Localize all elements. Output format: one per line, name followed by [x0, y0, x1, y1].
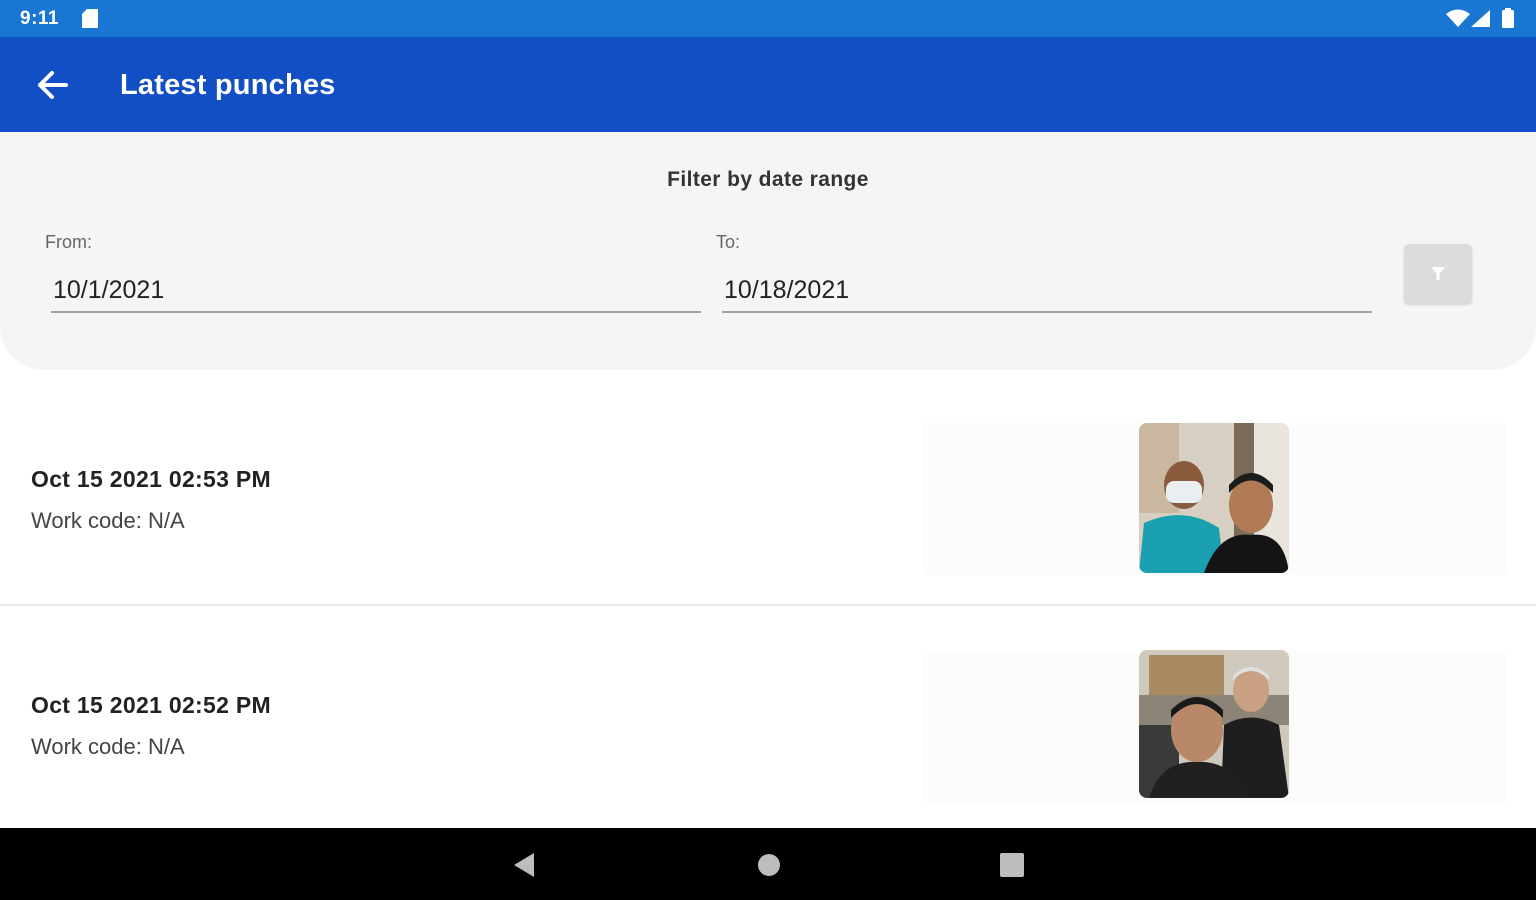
punch-photo[interactable] — [1139, 423, 1289, 573]
punch-datetime: Oct 15 2021 02:53 PM — [31, 466, 271, 492]
from-label: From: — [45, 232, 92, 252]
nav-home-button[interactable] — [754, 850, 784, 880]
from-date-input[interactable] — [51, 269, 701, 313]
apply-filter-button[interactable] — [1404, 244, 1472, 304]
punch-work-code: Work code: N/A — [31, 734, 185, 759]
navigation-bar — [0, 828, 1536, 900]
nav-recents-icon — [1000, 853, 1024, 877]
list-item[interactable]: Oct 15 2021 02:52 PM Work code: N/A — [0, 606, 1536, 832]
sd-card-icon — [82, 9, 98, 33]
nav-back-icon — [514, 853, 534, 877]
wifi-icon — [1446, 9, 1470, 32]
to-date-input[interactable] — [722, 269, 1372, 313]
filter-icon — [1431, 267, 1445, 280]
to-label: To: — [716, 232, 741, 252]
punch-datetime: Oct 15 2021 02:52 PM — [31, 692, 271, 718]
punch-photo[interactable] — [1139, 650, 1289, 798]
filter-heading: Filter by date range — [667, 168, 869, 191]
nav-recents-button[interactable] — [997, 850, 1027, 880]
status-bar: 9:11 — [0, 0, 1536, 37]
filter-panel: Filter by date range From: To: — [0, 132, 1536, 370]
battery-icon — [1502, 8, 1514, 33]
photo-container — [922, 423, 1506, 575]
page-title: Latest punches — [120, 69, 336, 101]
cell-signal-icon — [1471, 10, 1490, 32]
punch-work-code: Work code: N/A — [31, 508, 185, 533]
nav-home-icon — [758, 854, 780, 876]
arrow-back-icon — [38, 71, 68, 99]
app-bar: Latest punches — [0, 37, 1536, 132]
back-button[interactable] — [30, 67, 76, 103]
nav-back-button[interactable] — [510, 850, 540, 880]
list-item[interactable]: Oct 15 2021 02:53 PM Work code: N/A — [0, 378, 1536, 604]
status-time: 9:11 — [20, 8, 59, 29]
photo-container — [922, 650, 1506, 802]
